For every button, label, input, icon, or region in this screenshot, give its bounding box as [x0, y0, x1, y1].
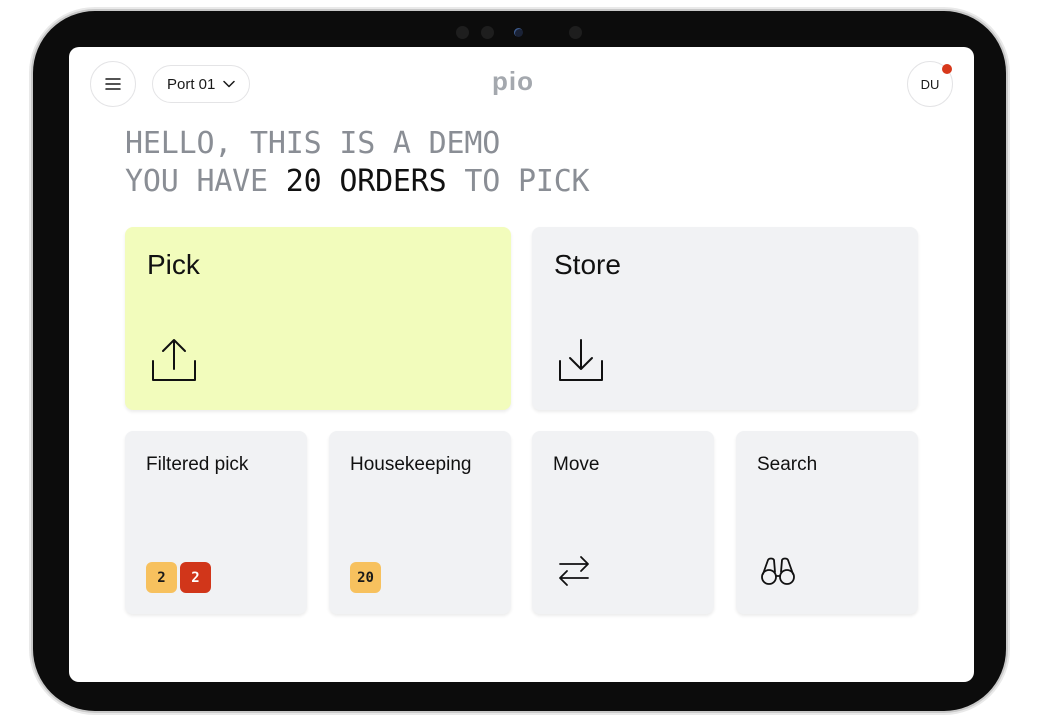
camera-bar — [33, 26, 1006, 40]
count-badge: 2 — [180, 562, 211, 593]
camera-lens — [514, 28, 523, 37]
menu-button[interactable] — [90, 61, 136, 107]
store-tile-label: Store — [554, 249, 621, 280]
store-tile[interactable]: Store — [532, 227, 918, 410]
filtered-pick-badges: 2 2 — [146, 562, 211, 593]
svg-text:pio: pio — [492, 69, 534, 95]
app-logo: pio — [492, 66, 544, 99]
housekeeping-badges: 20 — [350, 562, 381, 593]
binoculars-icon — [761, 557, 795, 585]
tablet-frame: Port 01 pio DU HELLO, THIS IS A DEMO YOU… — [33, 11, 1006, 711]
housekeeping-tile-label: Housekeeping — [350, 454, 472, 475]
filtered-pick-tile-label: Filtered pick — [146, 454, 249, 475]
search-tile[interactable]: Search — [736, 431, 918, 614]
arrows-swap-icon — [559, 556, 589, 586]
greeting-line-1: HELLO, THIS IS A DEMO — [125, 126, 501, 161]
port-select-value: Port 01 — [167, 75, 216, 93]
port-select[interactable]: Port 01 — [152, 65, 251, 103]
download-icon — [559, 339, 603, 381]
sensor-dot — [481, 26, 494, 39]
sensor-dot — [569, 26, 582, 39]
move-tile[interactable]: Move — [532, 431, 714, 614]
greeting-text: HELLO, THIS IS A DEMO YOU HAVE 20 ORDERS… — [125, 125, 590, 201]
hamburger-menu-icon — [105, 78, 121, 90]
count-badge: 2 — [146, 562, 177, 593]
greeting-line-2: YOU HAVE 20 ORDERS TO PICK — [125, 164, 590, 199]
pick-tile-label: Pick — [147, 249, 200, 280]
search-tile-label: Search — [757, 454, 818, 475]
count-badge: 20 — [350, 562, 381, 593]
app-screen: Port 01 pio DU HELLO, THIS IS A DEMO YOU… — [69, 47, 974, 682]
housekeeping-tile[interactable]: Housekeeping 20 — [329, 431, 511, 614]
move-tile-label: Move — [553, 454, 600, 475]
pick-tile[interactable]: Pick — [125, 227, 511, 410]
filtered-pick-tile[interactable]: Filtered pick 2 2 — [125, 431, 307, 614]
upload-icon — [152, 339, 196, 381]
chevron-down-icon — [223, 80, 236, 88]
user-initials: DU — [920, 76, 940, 92]
sensor-dot — [456, 26, 469, 39]
user-avatar-button[interactable]: DU — [907, 61, 953, 107]
notification-dot — [942, 64, 952, 74]
order-count-highlight: 20 ORDERS — [285, 164, 447, 199]
